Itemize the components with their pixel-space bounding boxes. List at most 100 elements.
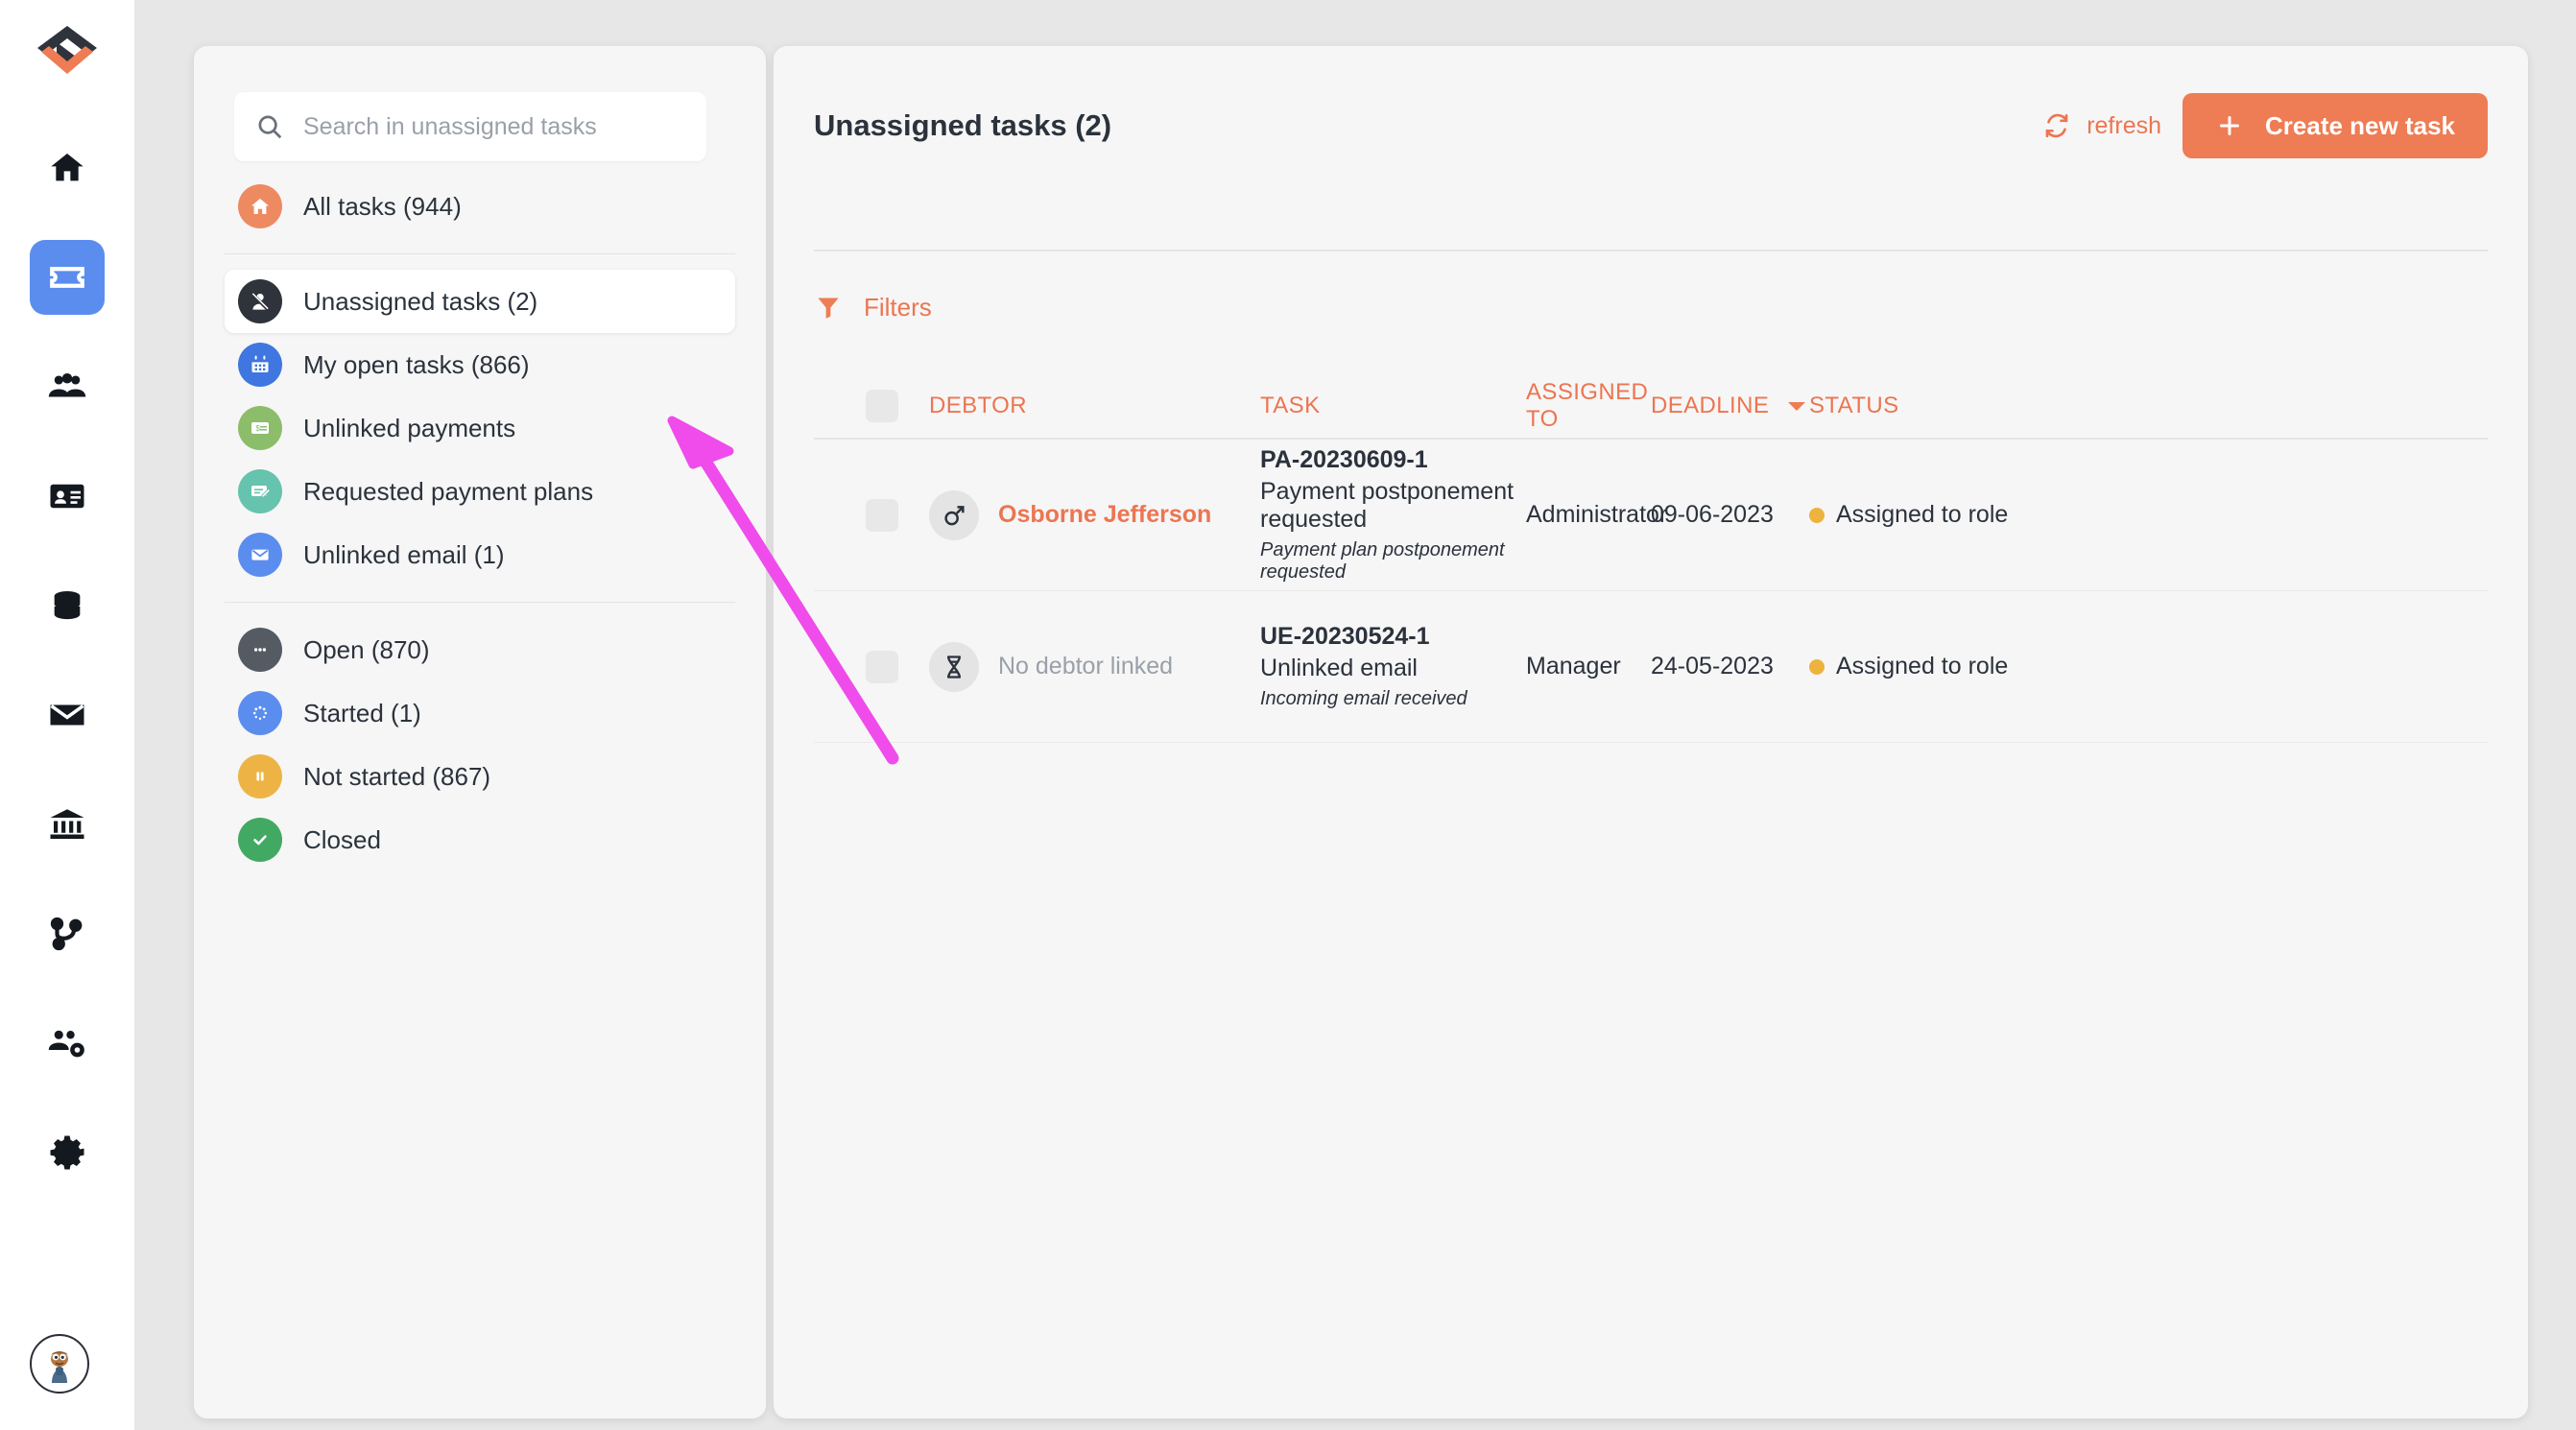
row-select-cell[interactable] (814, 498, 929, 532)
cell-assigned-to: Administrator (1526, 501, 1668, 528)
sidebar-item-label: Unlinked payments (303, 413, 516, 442)
row-checkbox[interactable] (866, 650, 898, 683)
sidebar-item-label: Unassigned tasks (2) (303, 286, 538, 316)
users-settings-icon (48, 1030, 84, 1058)
rail-item-contacts[interactable] (30, 459, 105, 534)
main-header: Unassigned tasks (2) refresh Create new … (774, 46, 2528, 205)
rail-item-bank[interactable] (30, 787, 105, 862)
sidebar-item-requested-payment-plans[interactable]: Requested payment plans (225, 460, 735, 523)
filters-label: Filters (864, 292, 932, 322)
column-header-deadline[interactable]: DEADLINE (1651, 393, 1809, 419)
sidebar-item-closed[interactable]: Closed (225, 808, 735, 871)
debtor-name-placeholder: No debtor linked (998, 653, 1174, 679)
sidebar-item-all-tasks[interactable]: All tasks (944) (225, 175, 735, 238)
user-slash-icon (238, 279, 282, 323)
sidebar-divider-2 (225, 602, 735, 603)
sidebar-item-label: Not started (867) (303, 761, 491, 791)
create-new-task-label: Create new task (2265, 110, 2455, 140)
plus-icon (2220, 116, 2240, 135)
status-label: Assigned to role (1836, 501, 2009, 528)
column-header-deadline-label: DEADLINE (1651, 393, 1770, 418)
sidebar-item-label: Unlinked email (1) (303, 539, 505, 569)
column-header-assigned-to[interactable]: ASSIGNED TO (1526, 379, 1651, 433)
svg-text:$: $ (255, 423, 260, 433)
column-header-assigned-to-label: ASSIGNED TO (1526, 379, 1649, 432)
sidebar-item-unlinked-payments[interactable]: $ Unlinked payments (225, 396, 735, 460)
cell-task: UE-20230524-1 Unlinked email Incoming em… (1260, 623, 1526, 710)
cell-debtor: No debtor linked (929, 641, 1260, 692)
database-icon (54, 591, 81, 620)
search-box[interactable] (234, 92, 706, 161)
rail-item-list (30, 131, 105, 1190)
task-list-panel: Unassigned tasks (2) refresh Create new … (774, 46, 2528, 1418)
check-icon (238, 818, 282, 862)
debtor-name-link[interactable]: Osborne Jefferson (998, 501, 1211, 529)
user-avatar[interactable] (30, 1334, 89, 1394)
sidebar-item-not-started[interactable]: Not started (867) (225, 745, 735, 808)
refresh-icon (2045, 113, 2068, 138)
invoice-icon: $ (238, 406, 282, 450)
refresh-label: refresh (2087, 111, 2162, 139)
search-input[interactable] (303, 112, 687, 141)
task-subtitle: Payment plan postponement requested (1260, 539, 1505, 583)
task-id: PA-20230609-1 (1260, 446, 1428, 473)
pause-icon (238, 754, 282, 798)
sidebar-item-my-open-tasks[interactable]: My open tasks (866) (225, 333, 735, 396)
page-title: Unassigned tasks (2) (814, 108, 1112, 142)
task-id: UE-20230524-1 (1260, 623, 1430, 650)
rail-item-user-management[interactable] (30, 1006, 105, 1081)
rail-item-home[interactable] (30, 131, 105, 205)
dna-helix-icon (929, 641, 979, 692)
ticket-icon (50, 267, 84, 288)
column-header-task[interactable]: TASK (1260, 393, 1526, 419)
task-title: Payment postponement requested (1260, 478, 1515, 533)
funnel-icon (818, 298, 839, 319)
ellipsis-icon (238, 628, 282, 672)
gear-icon (50, 1135, 84, 1170)
rail-item-data[interactable] (30, 568, 105, 643)
column-header-status-label: STATUS (1809, 393, 1899, 418)
sidebar-item-label: All tasks (944) (303, 191, 462, 221)
id-card-icon (50, 484, 84, 509)
app-logo (31, 21, 104, 84)
status-label: Assigned to role (1836, 653, 2009, 679)
task-filter-sidebar-panel: All tasks (944) Unassigned tasks (2) My … (194, 46, 766, 1418)
envelope-icon (50, 704, 84, 726)
rail-item-settings[interactable] (30, 1115, 105, 1190)
app-icon-rail (0, 0, 134, 1430)
table-row[interactable]: No debtor linked UE-20230524-1 Unlinked … (814, 591, 2488, 743)
column-header-debtor[interactable]: DEBTOR (929, 393, 1260, 419)
caret-down-icon[interactable] (1786, 398, 1807, 414)
status-badge-dot (1809, 658, 1825, 675)
sidebar-item-started[interactable]: Started (1) (225, 681, 735, 745)
sidebar-item-unlinked-email[interactable]: Unlinked email (1) (225, 523, 735, 586)
sidebar-item-unassigned-tasks[interactable]: Unassigned tasks (2) (225, 270, 735, 333)
rail-item-workflows[interactable] (30, 896, 105, 971)
rail-item-mail[interactable] (30, 678, 105, 752)
cell-assigned-to: Manager (1526, 653, 1621, 679)
avatar-image (37, 1342, 82, 1386)
filters-button[interactable]: Filters (814, 282, 932, 332)
row-checkbox[interactable] (866, 498, 898, 532)
bank-icon (50, 809, 84, 840)
sidebar-nav-list: All tasks (944) Unassigned tasks (2) My … (194, 175, 766, 871)
row-select-cell[interactable] (814, 650, 929, 683)
create-new-task-button[interactable]: Create new task (2182, 93, 2488, 158)
select-all-checkbox[interactable] (866, 390, 898, 422)
sidebar-divider-1 (225, 253, 735, 254)
rail-item-tasks[interactable] (30, 240, 105, 315)
header-divider (814, 250, 2488, 251)
tasks-table: DEBTOR TASK ASSIGNED TO DEADLINE STATUS (814, 374, 2488, 743)
envelope-icon (238, 533, 282, 577)
calendar-icon (238, 343, 282, 387)
refresh-button[interactable]: refresh (2042, 111, 2161, 140)
table-row[interactable]: Osborne Jefferson PA-20230609-1 Payment … (814, 440, 2488, 591)
select-all-cell[interactable] (814, 390, 929, 422)
sidebar-item-open[interactable]: Open (870) (225, 618, 735, 681)
male-gender-icon (929, 489, 979, 540)
cell-task: PA-20230609-1 Payment postponement reque… (1260, 446, 1526, 584)
column-header-status[interactable]: STATUS (1809, 393, 2097, 419)
header-actions: refresh Create new task (2042, 93, 2488, 158)
cell-deadline: 09-06-2023 (1651, 501, 1774, 528)
rail-item-debtors[interactable] (30, 349, 105, 424)
